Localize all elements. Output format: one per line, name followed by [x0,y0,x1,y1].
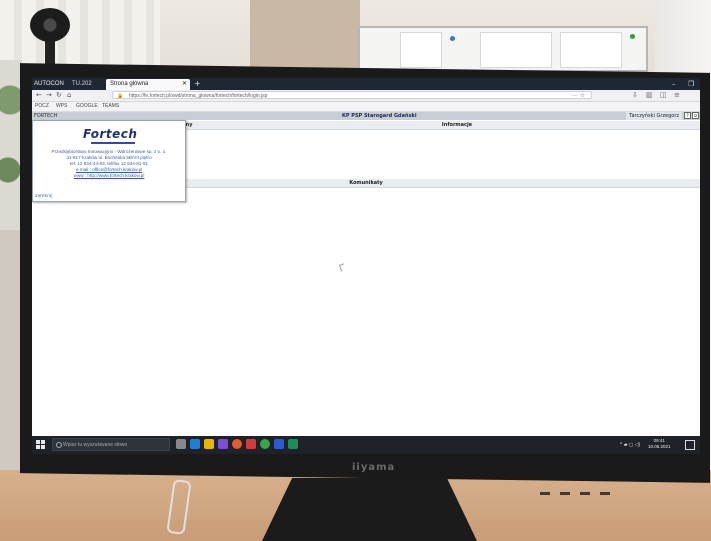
taskbar-search[interactable]: Wpisz tu wyszukiwane słowo [52,438,170,451]
bookmark-star-icon[interactable]: ··· ☆ [572,92,585,98]
logo-swoosh [91,142,135,144]
bookmark-item[interactable]: TEAMS [102,102,119,111]
search-icon [56,442,62,448]
bookmark-item[interactable]: WPS [56,102,67,111]
lock-icon: 🔒 [117,93,124,99]
edge-icon[interactable] [190,439,200,449]
monitor-stand [262,478,477,541]
pinboard [358,26,648,72]
home-icon[interactable]: ⌂ [67,90,71,101]
notification-icon[interactable] [685,440,695,450]
magnet [450,36,455,41]
magnet [630,34,635,39]
close-icon[interactable]: ✕ [182,79,187,90]
reload-icon[interactable]: ↻ [56,90,62,101]
forward-icon[interactable]: → [46,90,52,101]
user-name[interactable]: Tarczyński Grzegorz [626,112,682,120]
column-header: my [184,121,214,130]
app-header: FORTECH KP PSP Starogard Gdański Tarczyń… [32,112,700,120]
url-text: https://fe.fortech.pl/swd/strona_glowna/… [129,93,268,99]
app-name: FORTECH [34,113,58,119]
mouse-cursor-icon [338,263,347,272]
screen: AUTOCON TU.202 Strona główna ✕ + – ❐ ← →… [32,78,700,454]
logout-icon[interactable]: ⏻ [692,112,699,119]
monitor-button[interactable] [540,492,550,495]
tab-inactive[interactable]: TU.202 [68,79,102,90]
board-paper [400,32,442,68]
app-icon[interactable] [218,439,228,449]
restore-icon[interactable]: ❐ [688,78,694,90]
help-icon[interactable]: ? [684,112,691,119]
downloads-icon[interactable]: ⇩ [632,90,638,101]
chrome-icon[interactable] [260,439,270,449]
menu-icon[interactable]: ≡ [674,90,680,101]
clock[interactable]: 09:41 10.05.2021 [648,438,671,450]
tab-label: Strona główna [110,81,149,87]
tab-active[interactable]: Strona główna ✕ [106,79,190,90]
bookmarks-bar: POCZ WPS GOOGLE TEAMS [32,102,700,112]
monitor-buttons [540,480,660,495]
tab-label: TU.202 [72,81,92,87]
windows-start-icon[interactable] [36,440,46,450]
search-placeholder: Wpisz tu wyszukiwane słowo [63,442,128,448]
about-popup: Fortech Przedsiębiorstwo Innowacyjno - W… [32,120,186,202]
monitor-button[interactable] [560,492,570,495]
nav-bar: ← → ↻ ⌂ 🔒 https://fe.fortech.pl/swd/stro… [32,90,700,102]
monitor-button[interactable] [600,492,610,495]
board-paper [480,32,552,68]
task-view-icon[interactable] [176,439,186,449]
new-tab-icon[interactable]: + [194,78,201,90]
website-link[interactable]: www : http://www.fortech.krakow.pl [33,173,185,179]
cabinet [250,0,360,75]
tab-bar: AUTOCON TU.202 Strona główna ✕ + – ❐ [32,78,700,90]
monitor-brand: iiyama [352,462,396,473]
app-icon[interactable] [288,439,298,449]
unit-name: KP PSP Starogard Gdański [342,113,417,119]
minimize-icon[interactable]: – [672,78,676,90]
sidebar-icon[interactable]: ◫ [660,90,667,101]
plant [0,60,22,230]
tray-icons[interactable]: ^ ▰ ◻ ◁) [620,436,640,454]
bookmark-item[interactable]: POCZ [35,102,49,111]
board-paper [560,32,622,68]
firefox-icon[interactable] [232,439,242,449]
file-explorer-icon[interactable] [204,439,214,449]
address-bar[interactable]: 🔒 https://fe.fortech.pl/swd/strona_glown… [112,91,592,99]
close-popup-link[interactable]: zamknij [35,194,52,199]
fortech-logo: Fortech [83,127,138,141]
app-icon[interactable] [246,439,256,449]
monitor-button[interactable] [580,492,590,495]
informacje-header: Informacje [214,121,700,130]
library-icon[interactable]: ▥ [646,90,653,101]
taskbar: Wpisz tu wyszukiwane słowo ^ ▰ ◻ ◁) 09:4… [32,436,700,454]
webcam [30,8,70,42]
bookmark-item[interactable]: GOOGLE [76,102,98,111]
date: 10.05.2021 [648,444,671,449]
back-icon[interactable]: ← [36,90,42,101]
word-icon[interactable] [274,439,284,449]
